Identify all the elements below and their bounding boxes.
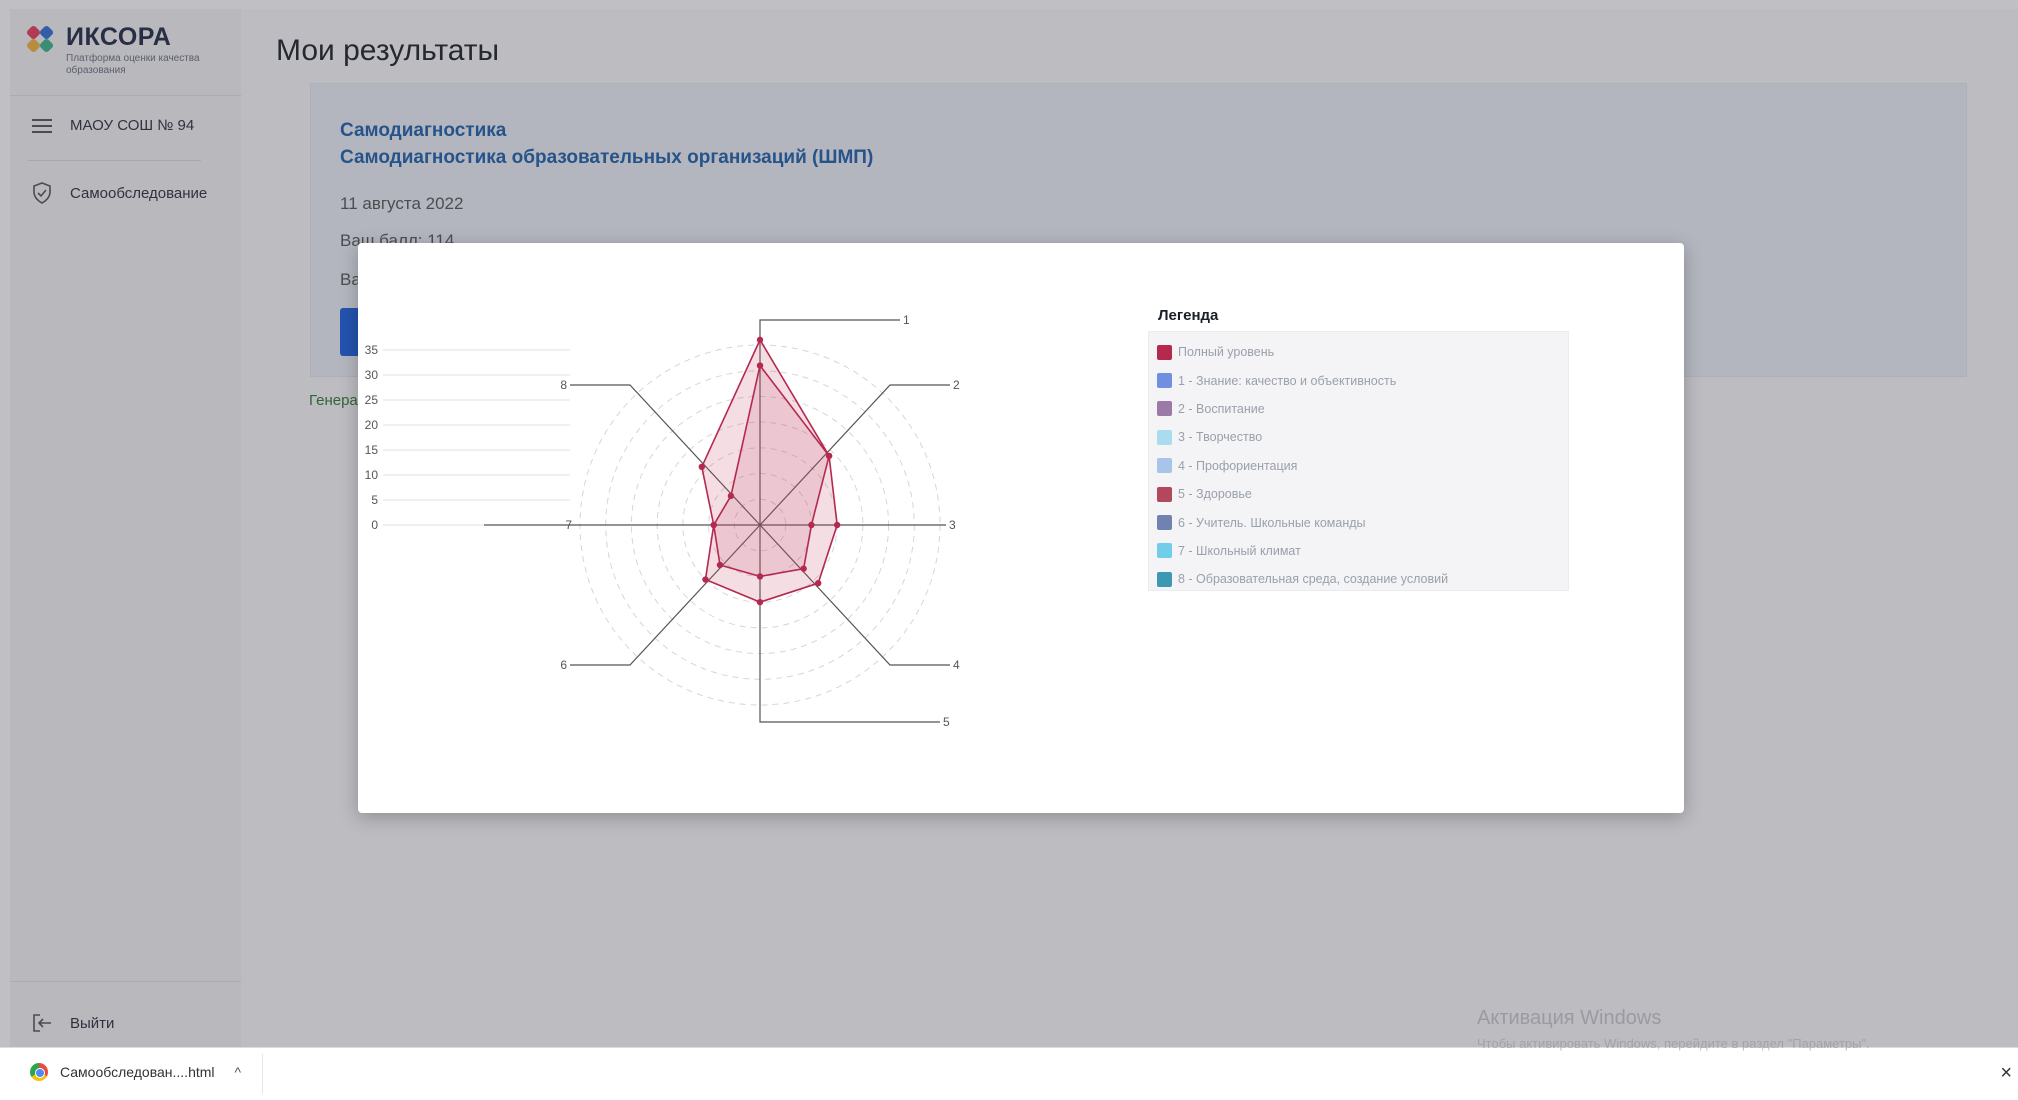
radar-data-point [833, 521, 841, 529]
radar-axis-label: 3 [949, 518, 956, 532]
radar-axis-label: 4 [953, 658, 960, 672]
legend-label: 1 - Знание: качество и объективность [1178, 373, 1397, 388]
scale-tick-label: 10 [365, 468, 379, 482]
radar-data-point [756, 598, 764, 606]
scale-tick-label: 5 [371, 493, 378, 507]
windows-activation-subtext: Чтобы активировать Windows, перейдите в … [1477, 1036, 1870, 1051]
legend-label: 2 - Воспитание [1178, 401, 1265, 416]
legend-item[interactable]: 1 - Знание: качество и объективность [1157, 366, 1560, 394]
legend-item[interactable]: Полный уровень [1157, 338, 1560, 366]
legend-item[interactable]: 2 - Воспитание [1157, 395, 1560, 423]
divider [262, 1054, 263, 1094]
legend-swatch [1157, 458, 1172, 474]
scale-tick-label: 35 [365, 343, 379, 357]
chevron-up-icon[interactable]: ^ [235, 1064, 242, 1080]
legend-swatch [1157, 401, 1172, 417]
radar-axis-label: 6 [560, 658, 567, 672]
legend-label: 3 - Творчество [1178, 430, 1263, 445]
legend-swatch [1157, 344, 1172, 360]
legend-label: 7 - Школьный климат [1178, 543, 1301, 558]
radar-data-point [814, 579, 822, 587]
scale-tick-label: 15 [365, 443, 379, 457]
legend: Полный уровень 1 - Знание: качество и объ… [1148, 331, 1569, 591]
download-item[interactable]: Самообследован....html ^ [30, 1063, 241, 1081]
radar-axis-label: 8 [560, 378, 567, 392]
radar-axis-label: 7 [565, 518, 572, 532]
legend-swatch [1157, 486, 1172, 502]
legend-item[interactable]: 3 - Творчество [1157, 423, 1560, 451]
legend-label: 6 - Учитель. Школьные команды [1178, 515, 1366, 530]
radar-data-point [702, 576, 709, 583]
radar-axis-label: 1 [903, 313, 910, 327]
scale-tick-label: 30 [365, 368, 379, 382]
legend-title: Легенда [1158, 307, 1219, 324]
legend-swatch [1157, 515, 1172, 531]
legend-swatch [1157, 571, 1172, 587]
windows-activation-text: Активация Windows [1477, 1007, 1662, 1029]
download-bar: Самообследован....html ^ × [0, 1047, 2018, 1100]
radar-data-point [825, 452, 833, 460]
legend-item[interactable]: 6 - Учитель. Школьные команды [1157, 508, 1560, 536]
legend-label: Полный уровень [1178, 345, 1275, 360]
radar-data-point [800, 565, 807, 572]
radar-data-point [716, 561, 724, 569]
legend-item[interactable]: 4 - Профориентация [1157, 452, 1560, 480]
legend-item[interactable]: 8 - Образовательная среда, создание усло… [1157, 565, 1560, 593]
legend-swatch [1157, 429, 1172, 445]
radar-data-point [808, 521, 815, 529]
radar-data-point [756, 573, 764, 580]
scale-tick-label: 20 [365, 418, 379, 432]
radar-axis-label: 2 [953, 378, 960, 392]
legend-item[interactable]: 5 - Здоровье [1157, 480, 1560, 508]
radar-data-point [710, 521, 717, 529]
radar-data-point [756, 336, 764, 344]
chart-modal: 0 5 10 15 20 25 30 35 1 2 3 4 5 6 7 8 Легенда Полный ур… [358, 243, 1684, 813]
chrome-icon [30, 1063, 48, 1081]
close-icon[interactable]: × [2000, 1062, 2012, 1085]
legend-swatch [1157, 543, 1172, 559]
legend-swatch [1157, 373, 1172, 389]
radar-axis-label: 5 [943, 715, 950, 729]
radar-data-point [756, 362, 764, 369]
radar-data-point [727, 492, 735, 500]
legend-label: 4 - Профориентация [1178, 458, 1298, 473]
scale-tick-label: 0 [371, 518, 378, 532]
scale-tick-label: 25 [365, 393, 379, 407]
radar-chart: 0 5 10 15 20 25 30 35 1 2 3 4 5 6 7 8 [365, 313, 960, 729]
legend-label: 5 - Здоровье [1178, 487, 1252, 502]
legend-item[interactable]: 7 - Школьный климат [1157, 537, 1560, 565]
legend-label: 8 - Образовательная среда, создание усло… [1178, 572, 1449, 587]
radar-data-point [698, 463, 706, 471]
download-filename: Самообследован....html [60, 1064, 215, 1080]
